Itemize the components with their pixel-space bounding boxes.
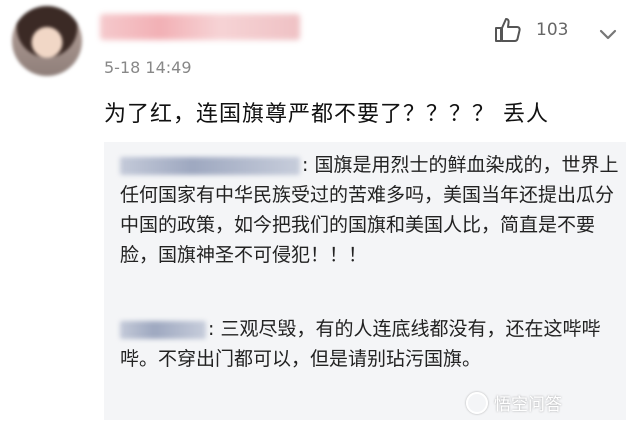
- chevron-down-icon[interactable]: [596, 22, 620, 46]
- reply-item: : 三观尽毁，有的人连底线都没有，还在这哔哔哔。不穿出门都可以，但是请别玷污国旗…: [120, 314, 620, 374]
- watermark-label: 悟空问答: [494, 395, 562, 415]
- username-blurred[interactable]: [100, 14, 300, 40]
- reply-username-blurred[interactable]: [120, 156, 300, 175]
- wukong-logo-icon: [466, 391, 488, 414]
- quoted-replies: : 国旗是用烈士的鲜血染成的，世界上任何国家有中华民族受过的苦难多吗，美国当年还…: [104, 142, 626, 420]
- thumbs-up-icon: [495, 18, 521, 42]
- post-timestamp: 5-18 14:49: [104, 58, 192, 77]
- like-button[interactable]: 103: [494, 16, 568, 44]
- reply-username-blurred[interactable]: [120, 320, 206, 339]
- like-count: 103: [536, 20, 569, 40]
- user-avatar[interactable]: [12, 6, 82, 76]
- reply-item: : 国旗是用烈士的鲜血染成的，世界上任何国家有中华民族受过的苦难多吗，美国当年还…: [120, 150, 620, 270]
- comment-text: 为了红，连国旗尊严都不要了？？？？ 丢人: [104, 102, 549, 127]
- watermark: 悟空问答: [466, 390, 562, 415]
